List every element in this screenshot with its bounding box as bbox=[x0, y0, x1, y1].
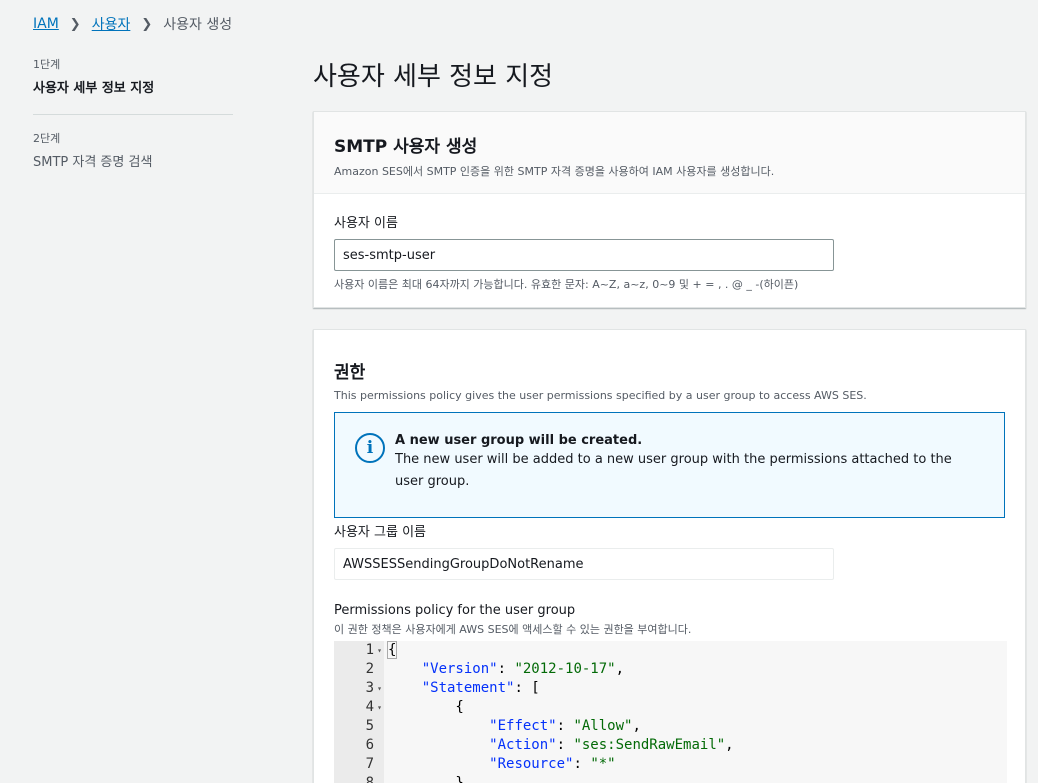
code-line: { bbox=[386, 641, 398, 659]
breadcrumb-current: 사용자 생성 bbox=[163, 17, 233, 33]
username-label: 사용자 이름 bbox=[334, 216, 398, 231]
username-hint: 사용자 이름은 최대 64자까지 가능합니다. 유효한 문자: A~Z, a~z… bbox=[334, 278, 799, 291]
code-line: { bbox=[388, 699, 464, 715]
info-alert-title: A new user group will be created. bbox=[395, 433, 643, 448]
smtp-panel-title: SMTP 사용자 생성 bbox=[334, 137, 478, 157]
policy-code-editor[interactable]: 1 ▾ 2 3 ▾ 4 ▾ 5 6 7 8 { "Version": "2012-10… bbox=[334, 641, 1007, 783]
code-line: "Resource": "*" bbox=[489, 756, 616, 772]
step-2-title: SMTP 자격 증명 검색 bbox=[33, 155, 153, 170]
permissions-description: This permissions policy gives the user p… bbox=[334, 389, 867, 402]
page-title: 사용자 세부 정보 지정 bbox=[313, 62, 554, 92]
line-number: 4 ▾ bbox=[365, 698, 382, 717]
group-name-input: AWSSESSendingGroupDoNotRename bbox=[334, 548, 834, 580]
info-alert-content: A new user group will be created. The ne… bbox=[395, 433, 984, 517]
chevron-right-icon: ❯ bbox=[69, 16, 81, 32]
info-alert: i A new user group will be created. The … bbox=[334, 412, 1005, 518]
line-number: 8 bbox=[365, 775, 374, 783]
line-number: 6 bbox=[365, 737, 374, 753]
group-name-label: 사용자 그룹 이름 bbox=[334, 525, 426, 540]
smtp-panel-description: Amazon SES에서 SMTP 인증을 위한 SMTP 자격 증명을 사용하… bbox=[334, 165, 775, 178]
breadcrumb: IAM ❯ 사용자 ❯ 사용자 생성 bbox=[33, 14, 232, 34]
step-1-number: 1단계 bbox=[33, 58, 61, 71]
code-line: "Action": "ses:SendRawEmail", bbox=[489, 737, 734, 753]
wizard-steps: 1단계 사용자 세부 정보 지정 2단계 SMTP 자격 증명 검색 bbox=[33, 56, 233, 188]
info-icon: i bbox=[355, 433, 385, 463]
group-name-value: AWSSESSendingGroupDoNotRename bbox=[343, 556, 584, 572]
username-input[interactable]: ses-smtp-user bbox=[334, 239, 834, 271]
permissions-panel: 권한 This permissions policy gives the use… bbox=[313, 329, 1026, 783]
editor-gutter: 1 ▾ 2 3 ▾ 4 ▾ 5 6 7 8 bbox=[334, 641, 384, 783]
info-alert-text: The new user will be added to a new user… bbox=[395, 452, 952, 489]
line-number: 1 ▾ bbox=[365, 641, 382, 660]
fold-arrow-icon[interactable]: ▾ bbox=[377, 641, 382, 660]
step-2-number: 2단계 bbox=[33, 132, 61, 145]
smtp-user-panel: SMTP 사용자 생성 Amazon SES에서 SMTP 인증을 위한 SMT… bbox=[313, 111, 1026, 308]
policy-description: 이 권한 정책은 사용자에게 AWS SES에 액세스할 수 있는 권한을 부여… bbox=[334, 623, 692, 636]
code-line: "Effect": "Allow", bbox=[489, 718, 641, 734]
breadcrumb-iam-link[interactable]: IAM bbox=[33, 16, 59, 32]
fold-arrow-icon[interactable]: ▾ bbox=[377, 679, 382, 698]
line-number: 2 bbox=[365, 661, 374, 677]
username-value: ses-smtp-user bbox=[343, 247, 436, 263]
breadcrumb-users-link[interactable]: 사용자 bbox=[92, 14, 131, 34]
step-1-title: 사용자 세부 정보 지정 bbox=[33, 81, 155, 96]
editor-code-area[interactable]: { "Version": "2012-10-17", "Statement": … bbox=[384, 641, 734, 783]
chevron-right-icon: ❯ bbox=[141, 16, 153, 32]
fold-arrow-icon[interactable]: ▾ bbox=[377, 698, 382, 717]
permissions-title: 권한 bbox=[334, 363, 366, 383]
line-number: 5 bbox=[365, 718, 374, 734]
smtp-panel-header: SMTP 사용자 생성 Amazon SES에서 SMTP 인증을 위한 SMT… bbox=[314, 112, 1025, 194]
step-1: 1단계 사용자 세부 정보 지정 bbox=[33, 56, 233, 114]
step-2: 2단계 SMTP 자격 증명 검색 bbox=[33, 114, 233, 188]
smtp-panel-body: 사용자 이름 ses-smtp-user 사용자 이름은 최대 64자까지 가능… bbox=[314, 194, 1025, 292]
line-number: 7 bbox=[365, 756, 374, 772]
code-line: } bbox=[388, 775, 464, 783]
code-line: "Version": "2012-10-17", bbox=[421, 661, 625, 677]
code-line: "Statement": [ bbox=[421, 680, 540, 696]
policy-label: Permissions policy for the user group bbox=[334, 603, 576, 618]
line-number: 3 ▾ bbox=[365, 679, 382, 698]
